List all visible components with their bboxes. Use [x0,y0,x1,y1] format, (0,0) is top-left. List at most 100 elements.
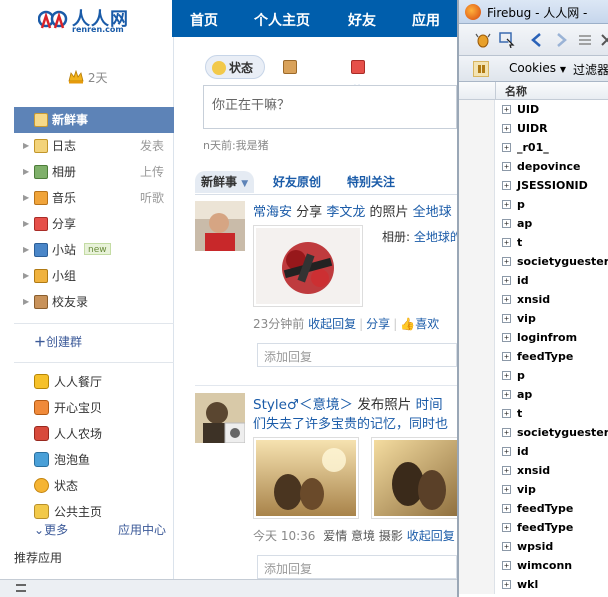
feed-user-link[interactable]: 常海安 [253,205,292,220]
feed-target-link[interactable]: 李文龙 [326,205,365,220]
photo-thumbnail[interactable] [253,437,359,519]
expand-toggle-icon[interactable]: + [502,314,511,323]
expand-toggle-icon[interactable]: + [502,219,511,228]
cookie-row[interactable]: + societyguester [459,423,608,442]
share-link[interactable]: 分享 [366,317,390,331]
expand-toggle-icon[interactable]: + [502,580,511,589]
app-farm[interactable]: 人人农场 [14,421,174,447]
expand-arrow-icon[interactable]: ▶ [23,211,29,237]
app-fish[interactable]: 泡泡鱼 [14,447,174,473]
expand-toggle-icon[interactable]: + [502,162,511,171]
cookie-row[interactable]: + vip [459,309,608,328]
filter-button[interactable]: 过滤器 [573,61,608,78]
sidebar-item-album[interactable]: ▶ 相册 上传 [14,159,174,185]
status-input[interactable]: 你正在干嘛？ [203,85,457,129]
expand-toggle-icon[interactable]: + [502,105,511,114]
expand-toggle-icon[interactable]: + [502,409,511,418]
expand-toggle-icon[interactable]: + [502,447,511,456]
cookie-row[interactable]: + UID [459,100,608,119]
blog-post-link[interactable]: 发表 [140,133,164,159]
app-restaurant[interactable]: 人人餐厅 [14,369,174,395]
expand-toggle-icon[interactable]: + [502,143,511,152]
expand-arrow-icon[interactable]: ▶ [23,185,29,211]
shared-photo[interactable] [253,225,363,307]
tab-special[interactable]: 特别关注 [347,171,395,193]
tab-share[interactable]: 分享 [351,55,368,122]
cookie-row[interactable]: + wimconn [459,556,608,575]
expand-toggle-icon[interactable]: + [502,333,511,342]
expand-arrow-icon[interactable]: ▶ [23,133,29,159]
expand-toggle-icon[interactable]: + [502,485,511,494]
cookie-row[interactable]: + feedType [459,518,608,537]
feed-extra-link[interactable]: 时间 [416,397,443,413]
album-upload-link[interactable]: 上传 [140,159,164,185]
expand-toggle-icon[interactable]: + [502,371,511,380]
avatar[interactable] [195,201,245,251]
list-icon[interactable] [16,584,26,592]
firebug-bug-icon[interactable] [475,32,491,48]
create-group-link[interactable]: ＋创建群 [14,330,174,354]
more-link[interactable]: ⌄更多 [34,521,68,538]
tab-cookies[interactable]: Cookies ▼ [509,61,566,75]
pause-icon[interactable] [473,61,489,77]
expand-arrow-icon[interactable]: ▶ [23,289,29,315]
expand-toggle-icon[interactable]: + [502,561,511,570]
cookie-row[interactable]: + UIDR [459,119,608,138]
cookie-row[interactable]: + feedType [459,499,608,518]
expand-toggle-icon[interactable]: + [502,257,511,266]
expand-toggle-icon[interactable]: + [502,200,511,209]
avatar[interactable] [195,393,245,443]
expand-toggle-icon[interactable]: + [502,390,511,399]
sidebar-item-music[interactable]: ▶ 音乐 听歌 [14,185,174,211]
cookie-row[interactable]: + wkl [459,575,608,594]
cookie-row[interactable]: + JSESSIONID [459,176,608,195]
cookie-row[interactable]: + t [459,404,608,423]
expand-toggle-icon[interactable]: + [502,504,511,513]
nav-apps[interactable]: 应用 [412,10,440,30]
tab-news[interactable]: 新鲜事 ▼ [195,171,255,193]
renren-logo[interactable]: 人人网 renren.com [38,4,148,34]
tab-status[interactable]: 状态 [205,55,265,79]
cookie-row[interactable]: + vip [459,480,608,499]
cookie-row[interactable]: + xnsid [459,461,608,480]
cookie-row[interactable]: + ap [459,385,608,404]
feed-user-link[interactable]: Style♂＜意境＞ [253,397,353,413]
expand-arrow-icon[interactable]: ▶ [23,237,29,263]
music-listen-link[interactable]: 听歌 [140,185,164,211]
cookie-row[interactable]: + _r01_ [459,138,608,157]
expand-arrow-icon[interactable]: ▶ [23,159,29,185]
close-icon[interactable] [599,32,608,48]
menu-lines-icon[interactable] [577,32,593,48]
expand-toggle-icon[interactable]: + [502,466,511,475]
expand-toggle-icon[interactable]: + [502,352,511,361]
nav-friends[interactable]: 好友 [348,10,376,30]
cookie-row[interactable]: + p [459,195,608,214]
expand-toggle-icon[interactable]: + [502,238,511,247]
sidebar-item-news[interactable]: 新鲜事 [14,107,174,133]
expand-toggle-icon[interactable]: + [502,542,511,551]
nav-profile[interactable]: 个人主页 [254,10,310,30]
column-name-header[interactable]: 名称 [505,83,527,99]
photo-thumbnail[interactable] [371,437,457,519]
sidebar-item-blog[interactable]: ▶ 日志 发表 [14,133,174,159]
nav-home[interactable]: 首页 [190,10,218,30]
feed-desc-text[interactable]: 们失去了许多宝贵的记忆，同时也 [253,417,448,432]
sidebar-item-alumni[interactable]: ▶ 校友录 [14,289,174,315]
expand-toggle-icon[interactable]: + [502,428,511,437]
cookie-row[interactable]: + id [459,442,608,461]
sidebar-item-group[interactable]: ▶ 小组 [14,263,174,289]
cookie-row[interactable]: + ap [459,214,608,233]
like-link[interactable]: 喜欢 [415,317,439,331]
feed-album-link[interactable]: 全地球 [413,205,452,220]
expand-toggle-icon[interactable]: + [502,523,511,532]
sidebar-item-site[interactable]: ▶ 小站 new [14,237,174,263]
expand-toggle-icon[interactable]: + [502,181,511,190]
expand-toggle-icon[interactable]: + [502,124,511,133]
profile-days[interactable]: 2天 [68,69,107,86]
app-baby[interactable]: 开心宝贝 [14,395,174,421]
album-name-link[interactable]: 全地球的 [414,230,457,244]
cookie-row[interactable]: + feedType [459,347,608,366]
cookie-row[interactable]: + societyguester [459,252,608,271]
collapse-replies-link[interactable]: 收起回复 [407,529,455,543]
cookie-row[interactable]: + depovince [459,157,608,176]
